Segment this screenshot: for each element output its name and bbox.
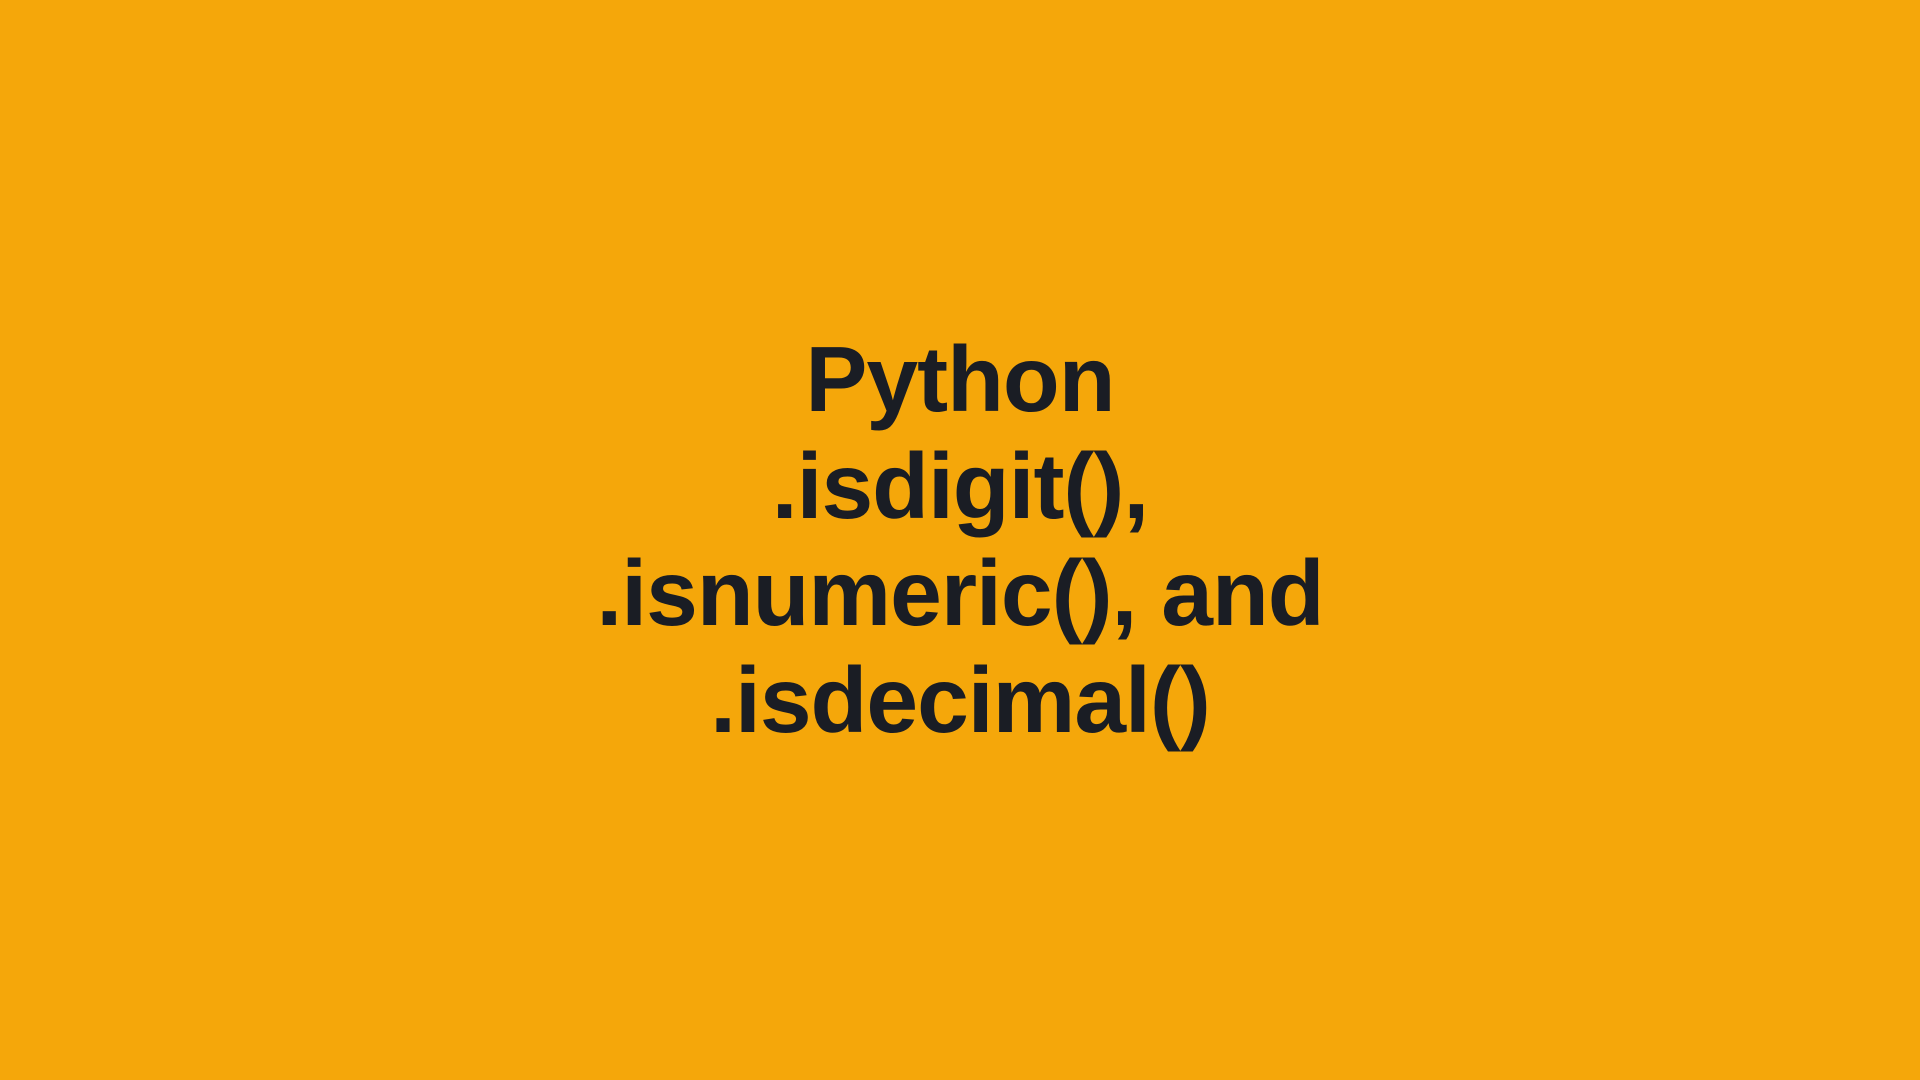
title-line-2: .isdigit(), xyxy=(596,433,1323,540)
title-line-3: .isnumeric(), and xyxy=(596,540,1323,647)
title-container: Python .isdigit(), .isnumeric(), and .is… xyxy=(596,326,1323,754)
title-line-1: Python xyxy=(596,326,1323,433)
title-line-4: .isdecimal() xyxy=(596,647,1323,754)
